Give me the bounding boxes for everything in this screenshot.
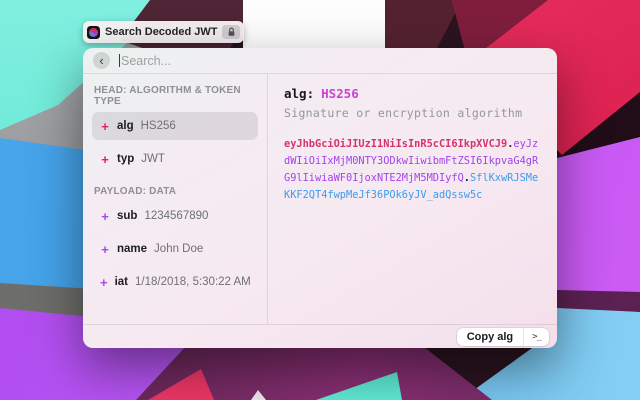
desktop: Search Decoded JWT ‹ Search... HEAD: ALG… bbox=[0, 0, 640, 400]
back-button[interactable]: ‹ bbox=[93, 52, 110, 69]
list-item-name[interactable]: + name John Doe bbox=[92, 235, 258, 263]
jwt-token: eyJhbGciOiJIUzI1NiIsInR5cCI6IkpXVCJ9.eyJ… bbox=[284, 136, 543, 204]
list-item-iat[interactable]: + iat 1/18/2018, 5:30:22 AM bbox=[92, 268, 258, 296]
window-body: HEAD: ALGORITHM & TOKEN TYPE + alg HS256… bbox=[83, 74, 557, 324]
plus-icon: + bbox=[100, 119, 110, 134]
item-value: 1234567890 bbox=[144, 210, 208, 222]
jwt-token-header: eyJhbGciOiJIUzI1NiIsInR5cCI6IkpXVCJ9 bbox=[284, 138, 507, 150]
results-list: HEAD: ALGORITHM & TOKEN TYPE + alg HS256… bbox=[83, 74, 268, 324]
section-header-head: HEAD: ALGORITHM & TOKEN TYPE bbox=[94, 85, 258, 107]
plus-icon: + bbox=[100, 242, 110, 257]
action-button-group: Copy alg >_ bbox=[457, 328, 549, 346]
detail-panel: alg: HS256 Signature or encryption algor… bbox=[268, 74, 557, 324]
item-key: typ bbox=[117, 153, 134, 165]
section-header-payload: PAYLOAD: DATA bbox=[94, 186, 258, 197]
item-value: John Doe bbox=[154, 243, 203, 255]
detail-title-key: alg: bbox=[284, 86, 314, 101]
list-item-alg[interactable]: + alg HS256 bbox=[92, 112, 258, 140]
search-input[interactable]: Search... bbox=[121, 54, 171, 68]
detail-title-value: HS256 bbox=[321, 86, 359, 101]
detail-subtitle: Signature or encryption algorithm bbox=[284, 106, 543, 120]
extension-window: ‹ Search... HEAD: ALGORITHM & TOKEN TYPE… bbox=[83, 48, 557, 348]
command-pill[interactable]: Search Decoded JWT bbox=[83, 21, 244, 43]
plus-icon: + bbox=[100, 275, 108, 290]
action-bar: Copy alg >_ bbox=[83, 324, 557, 348]
search-bar: ‹ Search... bbox=[83, 48, 557, 74]
copy-alg-button[interactable]: Copy alg bbox=[457, 328, 523, 346]
list-item-typ[interactable]: + typ JWT bbox=[92, 145, 258, 173]
plus-icon: + bbox=[100, 152, 110, 167]
item-value: JWT bbox=[141, 153, 165, 165]
item-value: HS256 bbox=[141, 120, 176, 132]
item-key: iat bbox=[115, 276, 128, 288]
item-key: name bbox=[117, 243, 147, 255]
item-key: sub bbox=[117, 210, 137, 222]
plus-icon: + bbox=[100, 209, 110, 224]
command-pill-label: Search Decoded JWT bbox=[105, 26, 217, 38]
list-item-sub[interactable]: + sub 1234567890 bbox=[92, 202, 258, 230]
item-key: alg bbox=[117, 120, 134, 132]
terminal-shortcut-icon[interactable]: >_ bbox=[524, 328, 549, 346]
lock-icon[interactable] bbox=[222, 25, 240, 39]
item-value: 1/18/2018, 5:30:22 AM bbox=[135, 276, 251, 288]
detail-title: alg: HS256 bbox=[284, 86, 543, 101]
text-caret bbox=[119, 54, 120, 67]
jwt-extension-icon bbox=[87, 26, 100, 39]
